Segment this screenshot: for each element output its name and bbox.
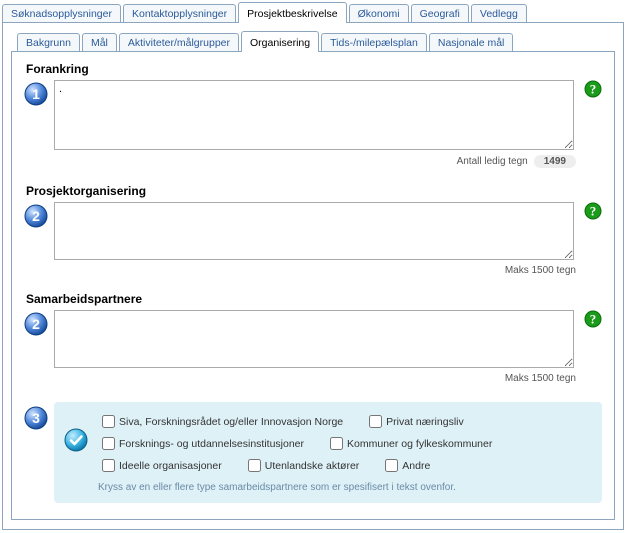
cb-privat-input[interactable] bbox=[369, 415, 382, 428]
cb-label: Utenlandske aktører bbox=[265, 460, 360, 472]
svg-text:?: ? bbox=[590, 204, 597, 219]
svg-text:?: ? bbox=[590, 312, 597, 327]
main-panel: Bakgrunn Mål Aktiviteter/målgrupper Orga… bbox=[2, 22, 624, 530]
tab-prosjektbeskrivelse[interactable]: Prosjektbeskrivelse bbox=[238, 2, 346, 23]
help-icon[interactable]: ? bbox=[584, 310, 602, 328]
cb-kommuner-input[interactable] bbox=[330, 437, 343, 450]
step-2-icon: 2 bbox=[24, 204, 48, 228]
svg-text:2: 2 bbox=[32, 208, 40, 224]
cb-kommuner[interactable]: Kommuner og fylkeskommuner bbox=[326, 434, 492, 453]
main-tabs: Søknadsopplysninger Kontaktopplysninger … bbox=[0, 0, 626, 23]
cb-utenlandske-input[interactable] bbox=[248, 459, 261, 472]
cb-label: Forsknings- og utdannelsesinstitusjoner bbox=[119, 438, 304, 450]
cb-label: Andre bbox=[402, 460, 430, 472]
tab-kontaktopplysninger[interactable]: Kontaktopplysninger bbox=[123, 4, 236, 23]
svg-text:?: ? bbox=[590, 82, 597, 97]
cb-forsknings[interactable]: Forsknings- og utdannelsesinstitusjoner bbox=[98, 434, 304, 453]
tab-soknadsopplysninger[interactable]: Søknadsopplysninger bbox=[2, 4, 121, 23]
samarbeid-title: Samarbeidspartnere bbox=[26, 292, 602, 306]
partner-type-hint: Kryss av en eller flere type samarbeidsp… bbox=[98, 482, 592, 493]
tab-okonomi[interactable]: Økonomi bbox=[349, 4, 409, 23]
cb-andre[interactable]: Andre bbox=[381, 456, 430, 475]
svg-text:1: 1 bbox=[32, 86, 40, 102]
svg-text:2: 2 bbox=[32, 316, 40, 332]
partner-type-block: Siva, Forskningsrådet og/eller Innovasjo… bbox=[54, 402, 602, 503]
tab-aktiviteter[interactable]: Aktiviteter/målgrupper bbox=[119, 33, 239, 52]
step-2-icon: 2 bbox=[24, 312, 48, 336]
tab-mal[interactable]: Mål bbox=[82, 33, 117, 52]
cb-andre-input[interactable] bbox=[385, 459, 398, 472]
prosjektorg-counter: Maks 1500 tegn bbox=[24, 265, 602, 276]
cb-label: Siva, Forskningsrådet og/eller Innovasjo… bbox=[119, 416, 343, 428]
cb-label: Privat næringsliv bbox=[386, 416, 464, 428]
samarbeid-counter: Maks 1500 tegn bbox=[24, 373, 602, 384]
step-1-icon: 1 bbox=[24, 82, 48, 106]
help-icon[interactable]: ? bbox=[584, 80, 602, 98]
cb-label: Kommuner og fylkeskommuner bbox=[347, 438, 492, 450]
help-icon[interactable]: ? bbox=[584, 202, 602, 220]
section-samarbeidspartnere: Samarbeidspartnere 2 bbox=[24, 292, 602, 384]
cb-ideelle-input[interactable] bbox=[102, 459, 115, 472]
check-icon bbox=[64, 428, 88, 452]
cb-ideelle[interactable]: Ideelle organisasjoner bbox=[98, 456, 222, 475]
prosjektorg-title: Prosjektorganisering bbox=[26, 184, 602, 198]
section-forankring: Forankring 1 bbox=[24, 62, 602, 168]
svg-text:3: 3 bbox=[32, 410, 40, 426]
tab-bakgrunn[interactable]: Bakgrunn bbox=[17, 33, 80, 52]
tab-organisering[interactable]: Organisering bbox=[241, 31, 319, 52]
cb-privat[interactable]: Privat næringsliv bbox=[365, 412, 464, 431]
counter-label: Maks 1500 tegn bbox=[505, 265, 576, 276]
tab-geografi[interactable]: Geografi bbox=[411, 4, 469, 23]
cb-label: Ideelle organisasjoner bbox=[119, 460, 222, 472]
cb-forsknings-input[interactable] bbox=[102, 437, 115, 450]
prosjektorg-textarea[interactable] bbox=[54, 202, 574, 260]
forankring-textarea[interactable] bbox=[54, 80, 574, 150]
step-3-icon: 3 bbox=[24, 406, 48, 430]
forankring-title: Forankring bbox=[26, 62, 602, 76]
tab-tids[interactable]: Tids-/milepælsplan bbox=[321, 33, 427, 52]
counter-label: Antall ledig tegn bbox=[457, 156, 528, 167]
sub-tabs: Bakgrunn Mål Aktiviteter/målgrupper Orga… bbox=[11, 31, 615, 52]
counter-value: 1499 bbox=[534, 155, 576, 168]
cb-utenlandske[interactable]: Utenlandske aktører bbox=[244, 456, 360, 475]
counter-label: Maks 1500 tegn bbox=[505, 373, 576, 384]
section-prosjektorganisering: Prosjektorganisering 2 bbox=[24, 184, 602, 276]
samarbeid-textarea[interactable] bbox=[54, 310, 574, 368]
forankring-counter: Antall ledig tegn 1499 bbox=[24, 155, 602, 168]
tab-vedlegg[interactable]: Vedlegg bbox=[471, 4, 527, 23]
organisering-panel: Forankring 1 bbox=[11, 51, 615, 520]
cb-siva[interactable]: Siva, Forskningsrådet og/eller Innovasjo… bbox=[98, 412, 343, 431]
cb-siva-input[interactable] bbox=[102, 415, 115, 428]
tab-nasjonale[interactable]: Nasjonale mål bbox=[429, 33, 514, 52]
